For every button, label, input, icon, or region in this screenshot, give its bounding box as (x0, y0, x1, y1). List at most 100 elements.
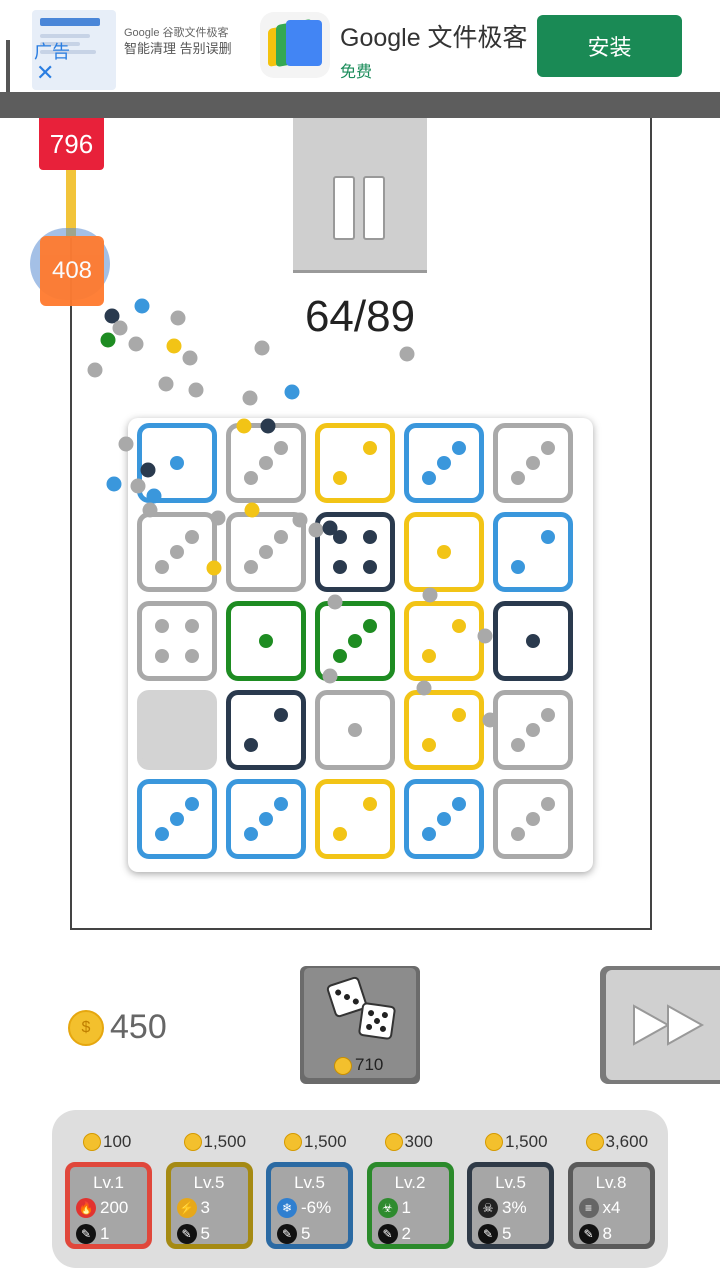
coin-icon (485, 1133, 503, 1151)
pip (274, 707, 289, 722)
die-gray[interactable] (226, 423, 306, 503)
pip (452, 618, 467, 633)
roll-cost: 710 (355, 1055, 384, 1074)
pause-icon (333, 176, 355, 240)
pip (154, 618, 169, 633)
coin-icon (384, 1133, 403, 1151)
die-blue[interactable] (226, 779, 306, 859)
die-yellow[interactable] (404, 512, 484, 592)
upgrade-price: 1,500 (304, 1132, 347, 1151)
die-gray[interactable] (493, 423, 573, 503)
snowflake-icon: ❄ (277, 1198, 297, 1218)
pip (185, 618, 200, 633)
die-gray[interactable] (493, 779, 573, 859)
pip (332, 560, 347, 575)
coin-icon: $ (68, 1010, 104, 1046)
die-navy[interactable] (315, 512, 395, 592)
pip (526, 456, 540, 470)
upgrade-card[interactable]: Lv.1 🔥 200 ✎ 1 (65, 1162, 152, 1249)
die-blue[interactable] (137, 423, 217, 503)
die-gray[interactable] (493, 690, 573, 770)
die-yellow[interactable] (404, 601, 484, 681)
ad-title: Google 文件极客 (340, 24, 528, 52)
die-yellow[interactable] (315, 779, 395, 859)
upgrade-damage: 2 (401, 1224, 411, 1243)
pip (170, 456, 184, 470)
pip (541, 796, 556, 811)
die-yellow[interactable] (404, 690, 484, 770)
coin-icon (334, 1057, 352, 1075)
pip (421, 827, 436, 842)
pip (243, 738, 258, 753)
sword-icon: ✎ (377, 1224, 398, 1244)
upgrade-damage: 8 (602, 1224, 612, 1243)
pip (274, 796, 289, 811)
coin-icon (83, 1133, 101, 1151)
upgrade-level: Lv.8 (595, 1173, 627, 1192)
die-navy[interactable] (493, 601, 573, 681)
pip (421, 738, 436, 753)
pip (332, 529, 347, 544)
pip (452, 796, 467, 811)
pip (510, 560, 525, 575)
pip (526, 812, 540, 826)
ad-close-icon[interactable]: ✕ (36, 62, 54, 84)
die-gray[interactable] (226, 512, 306, 592)
pip (154, 560, 169, 575)
coin-icon (284, 1133, 302, 1151)
pip (363, 560, 378, 575)
install-button[interactable]: 安装 (537, 15, 682, 77)
upgrade-stat: 3% (502, 1198, 527, 1217)
die-navy[interactable] (226, 690, 306, 770)
pip (274, 529, 289, 544)
die-yellow[interactable] (315, 423, 395, 503)
pip (154, 649, 169, 664)
pip (154, 827, 169, 842)
die-gray[interactable] (137, 601, 217, 681)
pip (259, 545, 273, 559)
pip (170, 812, 184, 826)
upgrade-card[interactable]: Lv.5 ❄ -6% ✎ 5 (266, 1162, 353, 1249)
upgrade-card[interactable]: Lv.8 ≡ x4 ✎ 8 (567, 1162, 655, 1249)
pause-icon (363, 176, 385, 240)
die-blue[interactable] (493, 512, 573, 592)
pip (332, 827, 347, 842)
pip (185, 649, 200, 664)
empty-slot[interactable] (137, 690, 217, 770)
skull-icon: ☠ (478, 1198, 498, 1218)
pip (510, 827, 525, 842)
ad-app-line2: 智能清理 告别误删 (124, 41, 232, 56)
edge-handle (6, 40, 10, 100)
upgrade-card[interactable]: Lv.5 ⚡ 3 ✎ 5 (165, 1162, 253, 1249)
upgrade-level: Lv.5 (495, 1173, 526, 1192)
top-bar (0, 92, 720, 118)
pip (348, 634, 362, 648)
upgrade-stat: 1 (401, 1198, 411, 1217)
upgrade-price: 100 (103, 1132, 132, 1151)
wave-counter: 64/89 (304, 292, 416, 341)
upgrade-damage: 5 (502, 1224, 512, 1243)
pip (348, 723, 362, 737)
upgrade-card[interactable]: Lv.2 ☣ 1 ✎ 2 (366, 1162, 454, 1249)
die-blue[interactable] (404, 779, 484, 859)
dice-board (128, 418, 593, 872)
die-gray[interactable] (137, 512, 217, 592)
ad-banner[interactable]: 广告 ✕ Google 谷歌文件极客 智能清理 告别误删 Google 文件极客… (0, 0, 720, 92)
sword-icon: ✎ (578, 1224, 599, 1244)
upgrade-card[interactable]: Lv.5 ☠ 3% ✎ 5 (467, 1162, 554, 1249)
pip (274, 440, 289, 455)
coin-balance: 450 (110, 1008, 167, 1046)
pip (437, 456, 451, 470)
pip (437, 545, 451, 559)
poison-icon: ☣ (377, 1198, 398, 1218)
die-blue[interactable] (137, 779, 217, 859)
pause-button[interactable] (293, 118, 427, 270)
die-green[interactable] (226, 601, 306, 681)
pip (363, 440, 378, 455)
fast-forward-icon (633, 1004, 705, 1046)
die-blue[interactable] (404, 423, 484, 503)
die-green[interactable] (315, 601, 395, 681)
fast-forward-face[interactable] (606, 970, 720, 1080)
upgrade-stat: -6% (301, 1198, 332, 1217)
die-gray[interactable] (315, 690, 395, 770)
